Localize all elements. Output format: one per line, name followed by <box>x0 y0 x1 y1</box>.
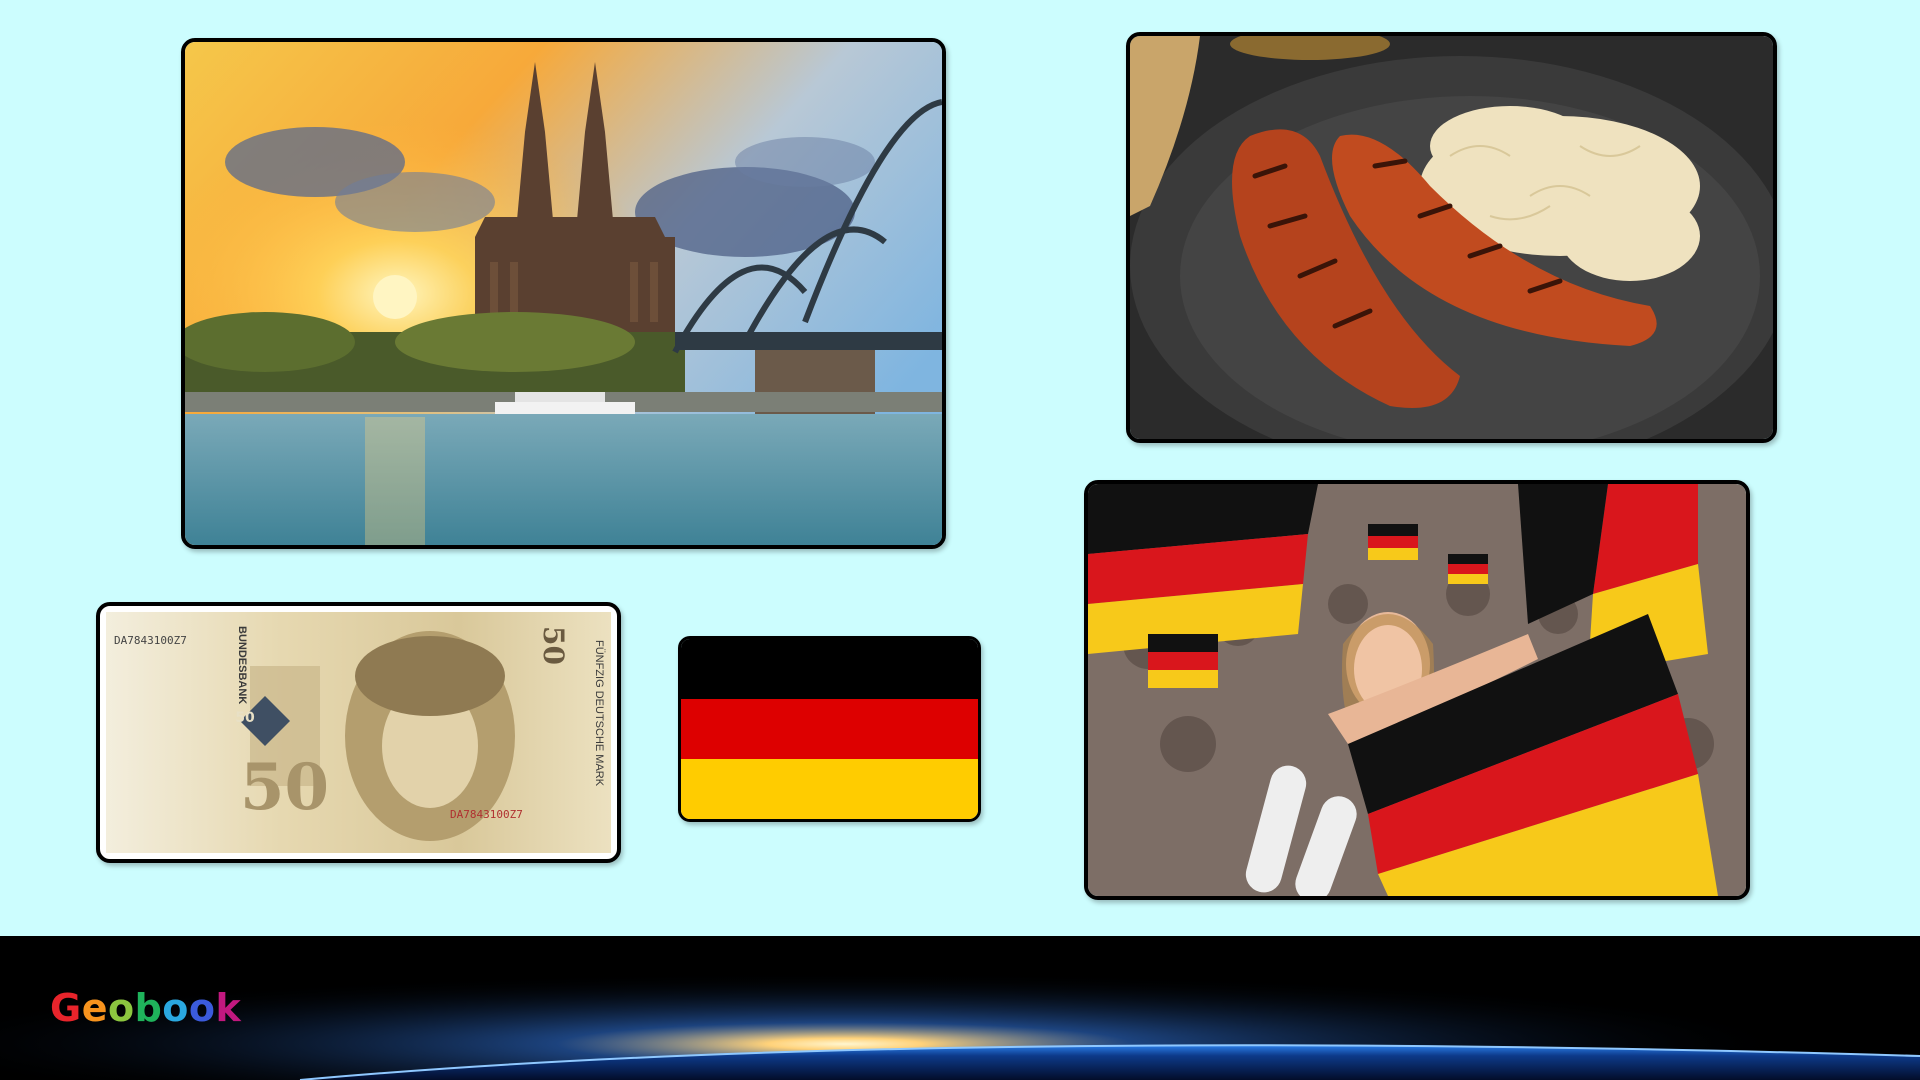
logo-letter: o <box>107 986 135 1030</box>
banknote-diamond-denomination: 50 <box>235 710 255 726</box>
logo-letter: e <box>81 986 108 1030</box>
banknote-corner-denomination: 50 <box>537 626 570 665</box>
banknote-side-text: FÜNFZIG DEUTSCHE MARK <box>593 640 605 787</box>
flag-stripe-gold <box>681 758 978 819</box>
logo-letter: o <box>188 986 216 1030</box>
banknote-denomination: 50 <box>240 750 330 825</box>
flag-stripe-red <box>681 698 978 759</box>
banknote-bank-text: BUNDESBANK <box>236 626 248 705</box>
fans-illustration <box>1088 484 1746 896</box>
logo-letter: b <box>134 986 163 1030</box>
footer-banner: Geobook <box>0 936 1920 1080</box>
banknote-serial-bottom: DA7843100Z7 <box>450 808 523 821</box>
sausage-sauerkraut-photo <box>1126 32 1777 443</box>
logo-letter: k <box>215 986 242 1030</box>
earth-horizon-illustration <box>0 936 1920 1080</box>
flag-stripe-black <box>681 639 978 699</box>
banknote-serial: DA7843100Z7 <box>114 634 187 647</box>
deutsche-mark-banknote: DA7843100Z7 DA7843100Z7 50 50 50 FÜNFZIG… <box>96 602 621 863</box>
logo-letter: o <box>162 986 189 1030</box>
football-fans-photo <box>1084 480 1750 900</box>
geobook-logo: Geobook <box>50 986 241 1030</box>
sausage-illustration <box>1130 36 1773 439</box>
cologne-cathedral-illustration <box>185 42 942 545</box>
logo-letter: G <box>50 986 82 1030</box>
german-flag <box>678 636 981 822</box>
cologne-cathedral-photo <box>181 38 946 549</box>
